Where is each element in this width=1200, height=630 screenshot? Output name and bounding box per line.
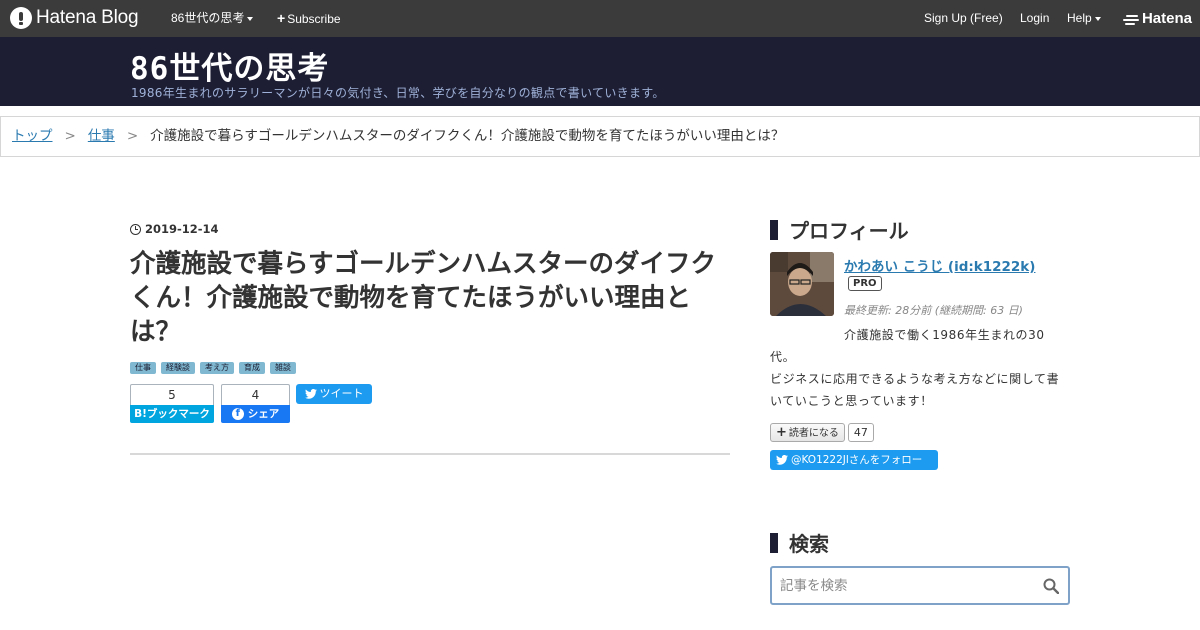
breadcrumb-category-link[interactable]: 仕事 <box>88 128 115 144</box>
entry-tags: 仕事 経験談 考え方 育成 雑談 <box>130 362 296 374</box>
profile-name-link[interactable]: かわあい こうじ (id:k1222k) <box>844 255 1035 275</box>
blog-description: 1986年生まれのサラリーマンが日々の気付き、日常、学びを自分なりの観点で書いて… <box>131 86 665 100</box>
blog-title[interactable]: 86世代の思考 <box>130 43 329 88</box>
facebook-share-button[interactable]: 4 f シェア <box>221 384 290 423</box>
blog-menu-label: 86世代の思考 <box>171 11 245 25</box>
help-dropdown[interactable]: Help <box>1067 0 1101 37</box>
entry-tag[interactable]: 育成 <box>239 362 265 374</box>
search-icon[interactable] <box>1043 578 1059 594</box>
hatena-logo[interactable]: Hatena <box>1122 0 1192 37</box>
search-input[interactable] <box>780 576 1040 596</box>
twitter-follow-label: @KO1222Jlさんをフォロー <box>791 454 923 466</box>
hatena-blog-logo[interactable]: Hatena Blog <box>10 7 139 29</box>
facebook-icon: f <box>231 408 244 420</box>
twitter-follow-button[interactable]: @KO1222Jlさんをフォロー <box>770 450 938 470</box>
plus-icon: + <box>277 10 286 26</box>
subscriber-count[interactable]: 47 <box>847 423 874 442</box>
avatar-image <box>770 252 834 316</box>
profile-description: 介護施設で働く1986年生まれの30 代。 ビジネスに応用できるような考え方など… <box>770 324 1070 412</box>
hatena-bookmark-button[interactable]: 5 B!ブックマーク <box>130 384 214 423</box>
entry-divider <box>130 453 730 455</box>
profile-module-title: プロフィール <box>770 215 909 244</box>
twitter-bird-icon <box>776 455 788 465</box>
breadcrumb-separator: > <box>126 128 139 144</box>
tweet-label: ツイート <box>319 387 364 400</box>
facebook-count: 4 <box>221 384 290 405</box>
hatebu-label: B!ブックマーク <box>130 405 214 423</box>
entry-title[interactable]: 介護施設で暮らすゴールデンハムスターのダイフクくん！介護施設で動物を育てたほうが… <box>130 247 730 349</box>
search-module-title: 検索 <box>770 528 829 557</box>
entry-date-text: 2019-12-14 <box>145 222 219 236</box>
hatebu-count: 5 <box>130 384 214 405</box>
tweet-button[interactable]: ツイート <box>296 384 372 404</box>
subscribe-reader-button[interactable]: + 読者になる <box>770 423 845 442</box>
entry-date[interactable]: 2019-12-14 <box>130 222 219 236</box>
breadcrumb-current: 介護施設で暮らすゴールデンハムスターのダイフクくん！介護施設で動物を育てたほうが… <box>150 128 785 144</box>
breadcrumb-top-link[interactable]: トップ <box>12 128 53 144</box>
clock-icon <box>130 223 141 235</box>
reader-follow-box: + 読者になる 47 <box>770 423 874 442</box>
entry-tag[interactable]: 考え方 <box>200 362 234 374</box>
profile-desc-line: 介護施設で働く1986年生まれの30 <box>844 328 1045 342</box>
caret-down-icon <box>1094 16 1101 21</box>
entry-tag[interactable]: 経験談 <box>161 362 195 374</box>
hatena-blog-logo-icon <box>10 7 32 29</box>
subscribe-link[interactable]: + Subscribe <box>277 0 341 37</box>
hatena-text: Hatena <box>1141 10 1192 27</box>
login-link[interactable]: Login <box>1020 0 1049 37</box>
blog-header: 86世代の思考 1986年生まれのサラリーマンが日々の気付き、日常、学びを自分な… <box>0 37 1200 106</box>
help-label: Help <box>1067 11 1092 25</box>
profile-desc-line: 代。 <box>770 350 796 364</box>
breadcrumb: トップ > 仕事 > 介護施設で暮らすゴールデンハムスターのダイフクくん！介護施設で動物… <box>0 116 1200 157</box>
global-header: Hatena Blog 86世代の思考 + Subscribe Sign Up (… <box>0 0 1200 37</box>
facebook-label: シェア <box>247 408 280 420</box>
breadcrumb-separator: > <box>64 128 76 144</box>
brand-text: Hatena Blog <box>36 7 139 28</box>
subscribe-label: Subscribe <box>287 12 341 26</box>
signup-link[interactable]: Sign Up (Free) <box>924 0 1003 37</box>
pro-badge[interactable]: PRO <box>848 276 882 291</box>
hatena-mark-icon <box>1122 13 1139 25</box>
subscribe-reader-label: 読者になる <box>788 428 839 439</box>
profile-updated: 最終更新: 28分前 (継続期間: 63 日) <box>844 304 1023 317</box>
entry-tag[interactable]: 雑談 <box>270 362 296 374</box>
profile-desc-line: ビジネスに応用できるような考え方などに関して書いていこうと思っています！ <box>770 372 1060 408</box>
caret-down-icon <box>247 16 254 21</box>
search-form <box>770 566 1070 605</box>
plus-icon: + <box>776 425 787 440</box>
twitter-bird-icon <box>304 389 317 399</box>
entry-tag[interactable]: 仕事 <box>130 362 156 374</box>
profile-avatar[interactable] <box>770 252 834 316</box>
blog-menu-dropdown[interactable]: 86世代の思考 <box>171 0 254 37</box>
